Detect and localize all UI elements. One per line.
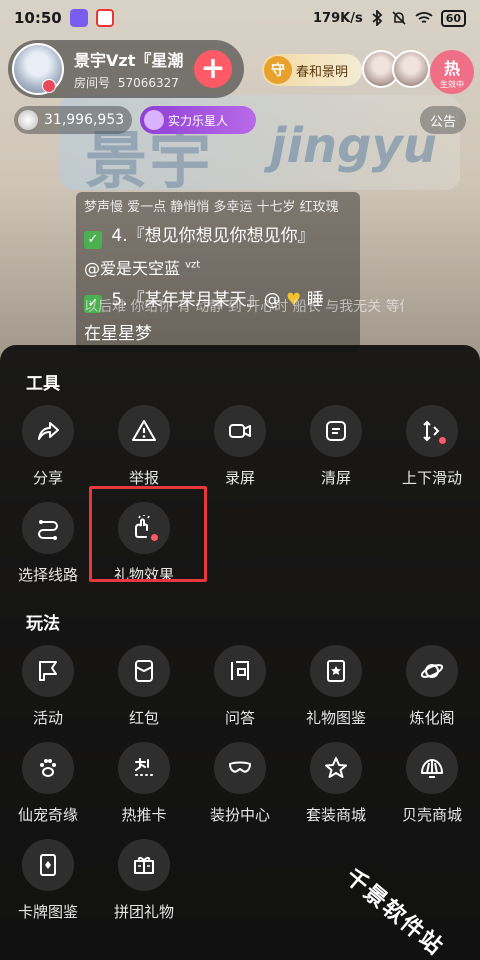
gift-book-button[interactable]: 礼物图鉴	[288, 645, 384, 728]
record-screen-label: 录屏	[224, 469, 255, 487]
shell-store-button[interactable]: 贝壳商城	[384, 742, 480, 825]
dress-up-button[interactable]: 装扮中心	[192, 742, 288, 825]
tools-section-title: 工具	[26, 374, 60, 394]
mute-icon	[392, 11, 406, 25]
status-time: 10:50	[14, 9, 62, 27]
song-list-panel: 梦声慢 爱一点 静悄悄 多幸运 十七岁 红玫瑰 ✓ 4.『想见你想见你想见你』 …	[76, 192, 360, 352]
wifi-icon	[415, 12, 433, 23]
gift-book-icon	[310, 645, 362, 697]
record-screen-button[interactable]: 录屏	[192, 405, 288, 488]
gift-effect-button[interactable]: 礼物效果	[96, 502, 192, 585]
planet-icon	[406, 645, 458, 697]
group-gift-icon	[118, 839, 170, 891]
swipe-updown-label: 上下滑动	[401, 469, 462, 487]
report-label: 举报	[128, 469, 159, 487]
qa-icon	[214, 645, 266, 697]
route-select-label: 选择线路	[17, 566, 78, 584]
route-icon	[22, 502, 74, 554]
hot-card-icon	[118, 742, 170, 794]
viewer-avatars[interactable]	[362, 50, 430, 88]
activity-button[interactable]: 活动	[0, 645, 96, 728]
activity-icon	[22, 645, 74, 697]
toggle-on-dot	[150, 533, 159, 542]
clear-screen-label: 清屏	[320, 469, 351, 487]
red-packet-icon	[118, 645, 170, 697]
background-chat: 以后难 你给你 有 动静 到 开心时 船长 与我无关 等你下课 明天你好	[84, 299, 404, 315]
notification-app-icon	[95, 9, 114, 27]
share-icon	[22, 405, 74, 457]
host-tag[interactable]: 实力乐星人	[140, 106, 256, 134]
song-line: @爱是天空蓝 vzt	[84, 259, 201, 278]
qa-label: 问答	[224, 709, 255, 727]
coin-counter[interactable]: 31,996,953	[14, 106, 132, 134]
hot-badge[interactable]: 热 生效中	[430, 50, 474, 94]
room-number: 房间号 57066327	[74, 76, 179, 90]
suit-store-button[interactable]: 套装商城	[288, 742, 384, 825]
report-button[interactable]: 举报	[96, 405, 192, 488]
gem-icon	[18, 110, 38, 130]
shield-icon: 守	[264, 56, 292, 84]
group-gift-label: 拼团礼物	[113, 903, 174, 921]
red-packet-label: 红包	[128, 709, 159, 727]
song-line: 在星星梦	[84, 324, 152, 344]
swipe-updown-icon	[406, 405, 458, 457]
pet-button[interactable]: 仙宠奇缘	[0, 742, 96, 825]
refine-pavilion-label: 炼化阁	[409, 709, 455, 727]
red-packet-button[interactable]: 红包	[96, 645, 192, 728]
card-book-button[interactable]: 卡牌图鉴	[0, 839, 96, 922]
tools-grid: 分享 举报 录屏 清屏 上下滑动 选择线路 礼物效果	[0, 405, 480, 585]
gift-effect-label: 礼物效果	[113, 566, 174, 584]
notification-app-icon	[69, 9, 88, 27]
star-icon	[310, 742, 362, 794]
activity-label: 活动	[32, 709, 63, 727]
host-level-badge	[42, 79, 56, 93]
share-label: 分享	[32, 469, 63, 487]
record-screen-icon	[214, 405, 266, 457]
battery-level: 60	[440, 9, 466, 27]
group-gift-button[interactable]: 拼团礼物	[96, 839, 192, 922]
song-line: ✓ 4.『想见你想见你想见你』	[84, 221, 352, 249]
shell-icon	[406, 742, 458, 794]
guardian-badge[interactable]: 守 春和景明	[262, 54, 362, 86]
share-button[interactable]: 分享	[0, 405, 96, 488]
suit-store-label: 套装商城	[305, 806, 366, 824]
report-icon	[118, 405, 170, 457]
viewer-avatar[interactable]	[392, 50, 430, 88]
hot-card-label: 热推卡	[121, 806, 167, 824]
clear-screen-icon	[310, 405, 362, 457]
check-icon: ✓	[84, 231, 102, 249]
more-options-sheet: 工具 分享 举报 录屏 清屏 上下滑动 选择线路 礼物效果 玩法 活动 红包 问…	[0, 345, 480, 960]
host-avatar[interactable]	[12, 43, 64, 95]
mask-icon	[214, 742, 266, 794]
gift-effect-icon	[118, 502, 170, 554]
host-info-capsule[interactable]: 景宇Vzt『星潮 房间号 57066327 +	[8, 40, 244, 98]
follow-button[interactable]: +	[194, 50, 232, 88]
swipe-updown-button[interactable]: 上下滑动	[384, 405, 480, 488]
dress-up-label: 装扮中心	[209, 806, 270, 824]
clear-screen-button[interactable]: 清屏	[288, 405, 384, 488]
qa-button[interactable]: 问答	[192, 645, 288, 728]
star-person-icon	[144, 110, 164, 130]
play-section-title: 玩法	[26, 614, 60, 634]
bluetooth-icon	[372, 10, 383, 26]
host-name: 景宇Vzt『星潮	[74, 51, 184, 70]
notice-button[interactable]: 公告	[420, 106, 466, 134]
toggle-on-dot	[438, 436, 447, 445]
coin-value: 31,996,953	[44, 112, 125, 128]
guardian-label: 春和景明	[296, 64, 349, 80]
pet-label: 仙宠奇缘	[17, 806, 78, 824]
status-bar: 10:50 179K/s 60	[0, 0, 480, 36]
card-book-label: 卡牌图鉴	[17, 903, 78, 921]
play-grid: 活动 红包 问答 礼物图鉴 炼化阁 仙宠奇缘 热推卡 装扮中心 套装商城 贝壳商…	[0, 645, 480, 922]
shell-store-label: 贝壳商城	[401, 806, 462, 824]
card-icon	[22, 839, 74, 891]
banner-subtitle-art: jingyu	[270, 118, 437, 174]
hot-card-button[interactable]: 热推卡	[96, 742, 192, 825]
song-meta: 梦声慢 爱一点 静悄悄 多幸运 十七岁 红玫瑰	[84, 200, 339, 215]
network-speed: 179K/s	[312, 10, 363, 26]
route-select-button[interactable]: 选择线路	[0, 502, 96, 585]
gift-book-label: 礼物图鉴	[305, 709, 366, 727]
paw-icon	[22, 742, 74, 794]
refine-pavilion-button[interactable]: 炼化阁	[384, 645, 480, 728]
